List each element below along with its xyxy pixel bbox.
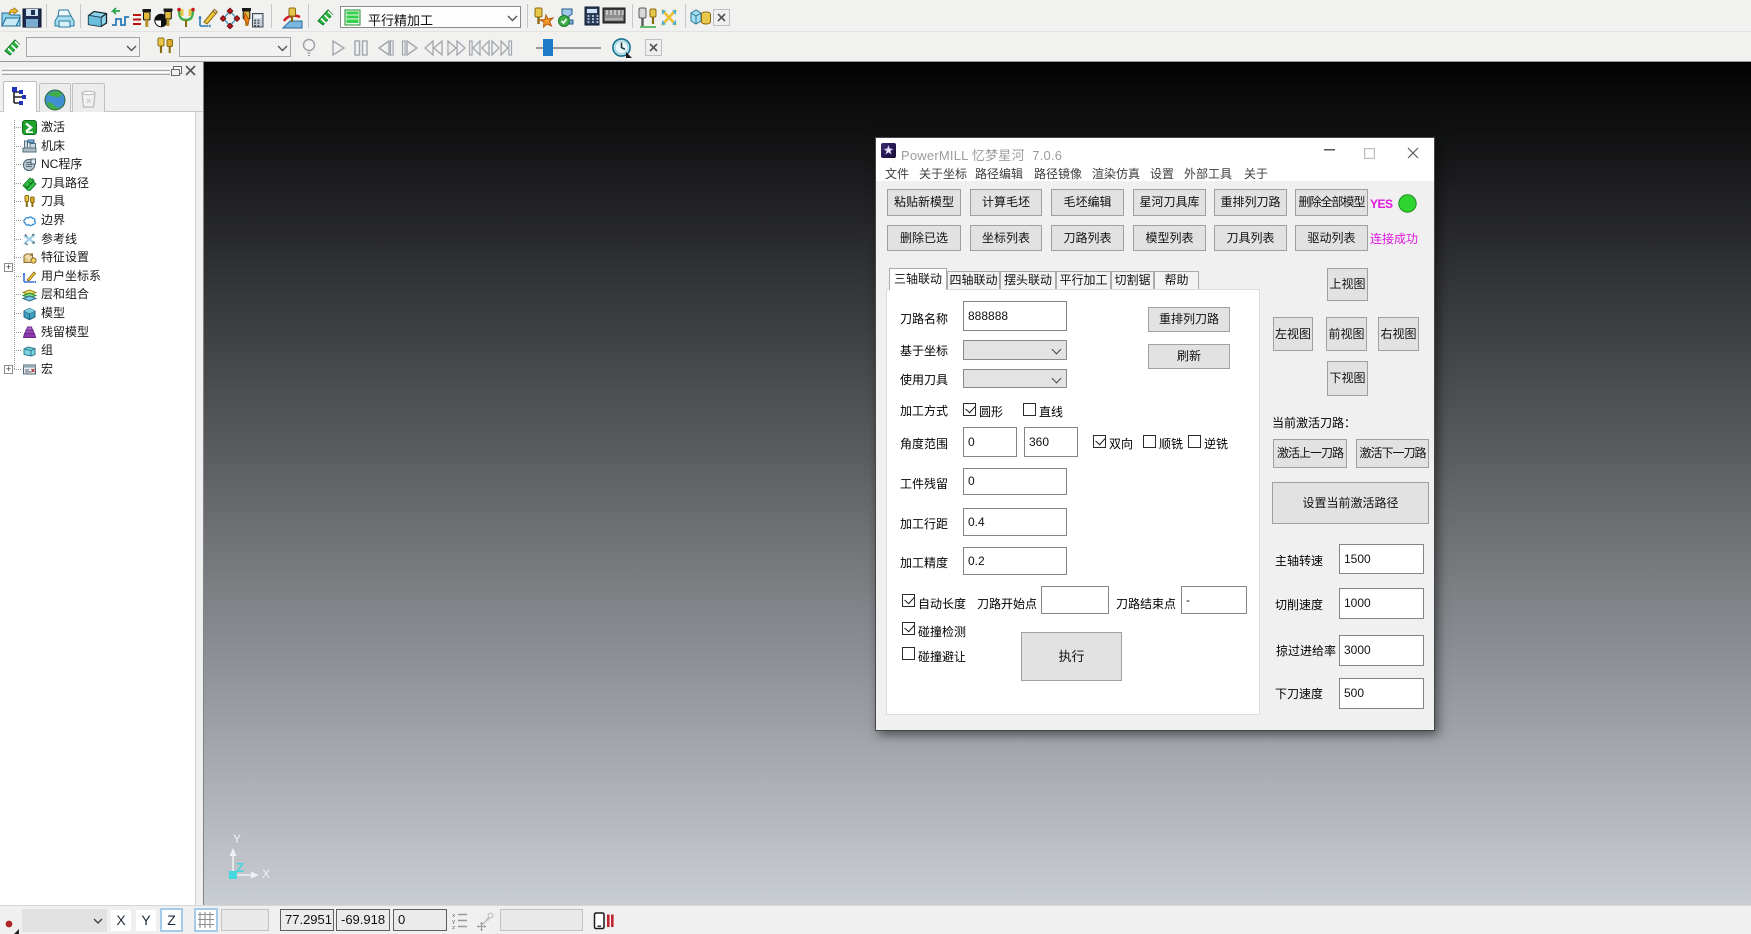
svg-text:z: z	[452, 924, 455, 929]
svg-text:X: X	[262, 867, 270, 881]
svg-text:Y: Y	[233, 832, 241, 846]
svg-text:Z: Z	[236, 860, 244, 875]
